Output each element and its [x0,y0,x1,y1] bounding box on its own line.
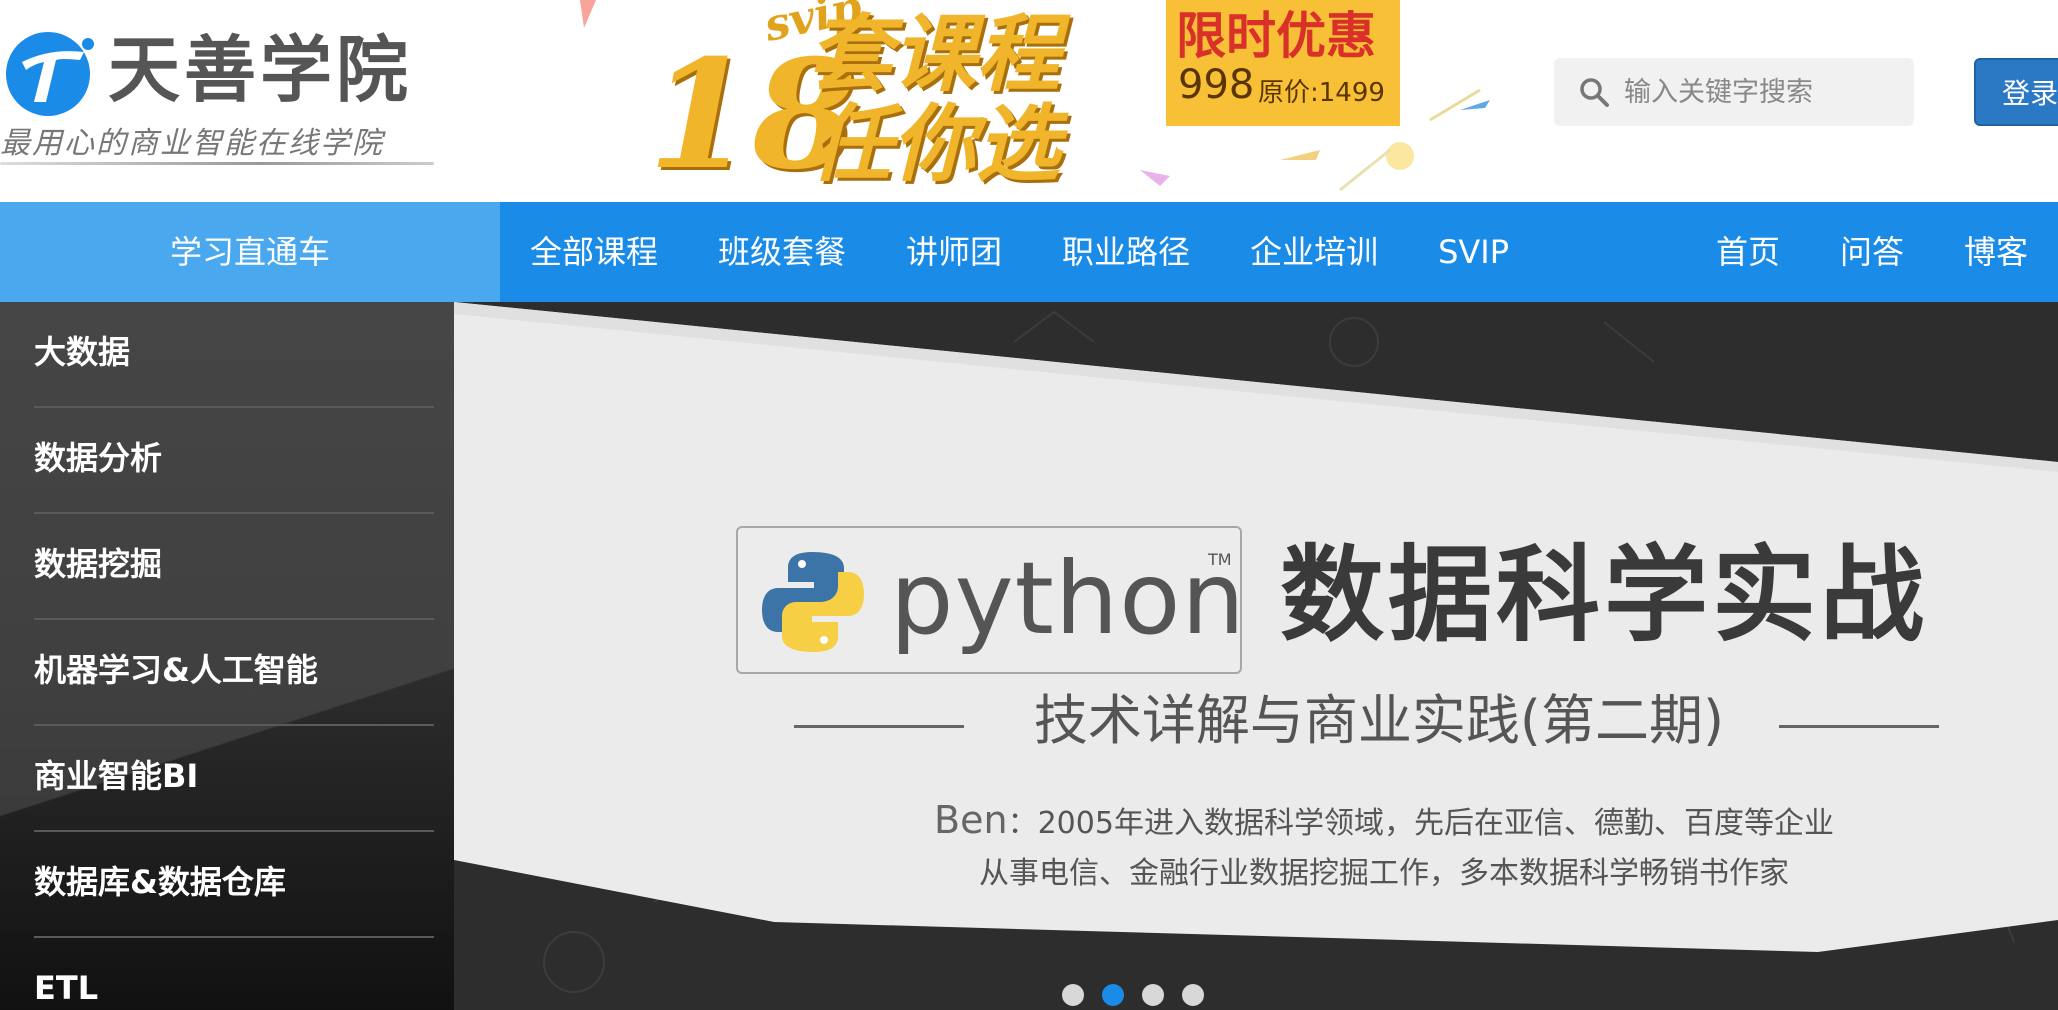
nav-class-packages[interactable]: 班级套餐 [688,202,876,302]
sidebar-item-data-analysis[interactable]: 数据分析 [34,408,434,514]
logo-title: 天善学院 [108,28,413,112]
nav-career-paths[interactable]: 职业路径 [1032,202,1220,302]
main-nav: 学习直通车 全部课程 班级套餐 讲师团 职业路径 企业培训 SVIP 首页 问答… [0,202,2058,302]
banner-subtitle: 技术详解与商业实践(第二期) [1033,689,1725,752]
nav-right-group: 首页 问答 博客 [1686,202,2058,302]
carousel-dot-3[interactable] [1142,984,1164,1006]
nav-left-group: 全部课程 班级套餐 讲师团 职业路径 企业培训 SVIP [500,202,1539,302]
banner-description-line-1: Ben：2005年进入数据科学领域，先后在亚信、德勤、百度等企业 [884,798,1884,842]
promo-line-2: 任你选 [808,94,1061,193]
site-logo[interactable]: 天善学院 最用心的商业智能在线学院 [0,18,440,168]
instructor-name: Ben [934,798,1008,842]
carousel-dot-1[interactable] [1062,984,1084,1006]
nav-instructors[interactable]: 讲师团 [876,202,1032,302]
carousel-dot-2[interactable] [1102,984,1124,1006]
sidebar-item-machine-learning-ai[interactable]: 机器学习&人工智能 [34,620,434,726]
python-logo-box: python TM [736,526,1245,674]
hero-carousel[interactable]: python TM 数据科学实战 技术详解与商业实践(第二期) Ben：2005… [454,302,2058,1010]
python-wordmark: python [890,540,1246,657]
search-box [1554,58,1914,126]
offer-price: 998 [1178,62,1255,108]
promo-line-1: 套课程 [808,4,1061,103]
nav-qa[interactable]: 问答 [1810,202,1934,302]
subtitle-divider-right [1779,725,1939,728]
logo-slogan: 最用心的商业智能在线学院 [0,126,384,161]
sidebar-item-data-mining[interactable]: 数据挖掘 [34,514,434,620]
sidebar-item-big-data[interactable]: 大数据 [34,302,434,408]
carousel-dots [1062,984,1222,1006]
limited-offer-badge[interactable]: 限时优惠 998 原价:1499 [1166,0,1400,126]
login-button[interactable]: 登录 [1974,58,2058,126]
offer-original-price: 原价:1499 [1258,78,1385,108]
banner-description-line-2: 从事电信、金融行业数据挖掘工作，多本数据科学畅销书作家 [979,856,1789,891]
banner-title: 数据科学实战 [1280,534,1929,656]
nav-all-courses[interactable]: 全部课程 [500,202,688,302]
sidebar-item-database-warehouse[interactable]: 数据库&数据仓库 [34,832,434,938]
carousel-dot-4[interactable] [1182,984,1204,1006]
search-icon[interactable] [1578,76,1610,108]
sidebar-item-business-intelligence[interactable]: 商业智能BI [34,726,434,832]
search-input[interactable] [1624,68,1904,116]
offer-title: 限时优惠 [1176,7,1376,65]
subtitle-divider-left [794,725,964,728]
nav-blog[interactable]: 博客 [1934,202,2058,302]
nav-svip[interactable]: SVIP [1408,202,1539,302]
category-sidebar: 大数据 数据分析 数据挖掘 机器学习&人工智能 商业智能BI 数据库&数据仓库 … [0,302,454,1010]
nav-home[interactable]: 首页 [1686,202,1810,302]
site-header: 天善学院 最用心的商业智能在线学院 svip 18 套课程 任你选 限时优惠 9… [0,0,2058,202]
logo-underline [0,162,434,165]
nav-enterprise-training[interactable]: 企业培训 [1220,202,1408,302]
logo-mark-icon [6,32,94,116]
description-text-1: ：2005年进入数据科学领域，先后在亚信、德勤、百度等企业 [1007,806,1834,841]
sidebar-item-etl[interactable]: ETL [34,938,434,1010]
python-logo-icon [762,552,864,652]
python-trademark: TM [1208,550,1232,569]
nav-learning-express[interactable]: 学习直通车 [0,202,500,302]
